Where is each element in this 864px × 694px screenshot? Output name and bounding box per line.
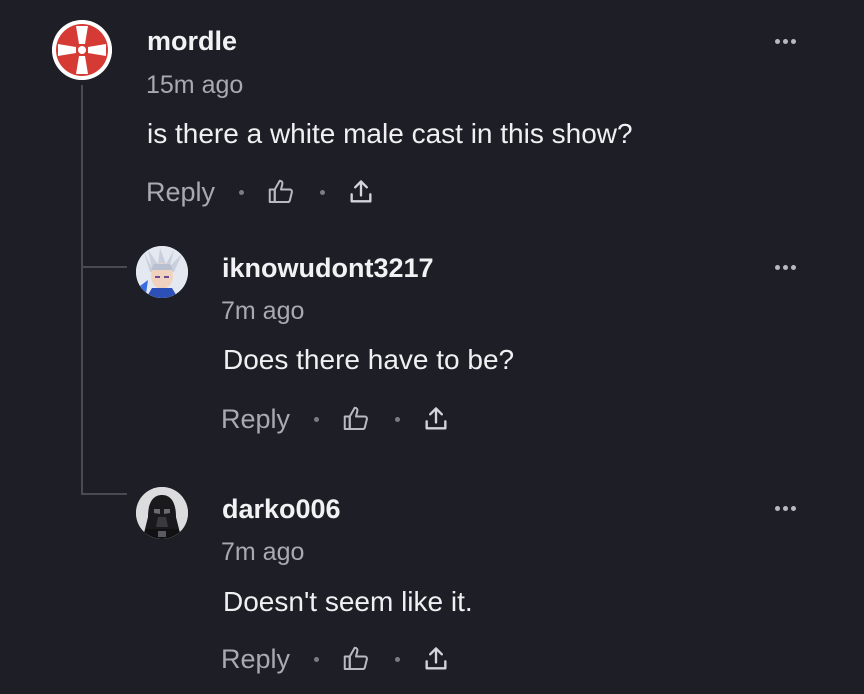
separator-dot [395,656,401,662]
more-options-icon [775,506,780,511]
share-button[interactable] [422,645,450,673]
comment-darko006: darko006 7m ago Doesn't seem like it. Re… [0,0,864,694]
timestamp: 7m ago [221,538,305,566]
username[interactable]: darko006 [222,494,341,525]
user-avatar[interactable] [136,487,188,539]
comment-actions: Reply [221,641,450,677]
share-icon [425,647,447,670]
more-options-button[interactable] [775,506,796,511]
comment-text: Doesn't seem like it. [223,586,473,617]
separator-dot [314,656,320,662]
thumbs-up-icon [343,646,368,670]
darth-vader-avatar [136,487,188,539]
like-button[interactable] [341,644,371,674]
comment-thread: mordle 15m ago is there a white male cas… [0,0,864,694]
reply-button[interactable]: Reply [221,644,290,675]
